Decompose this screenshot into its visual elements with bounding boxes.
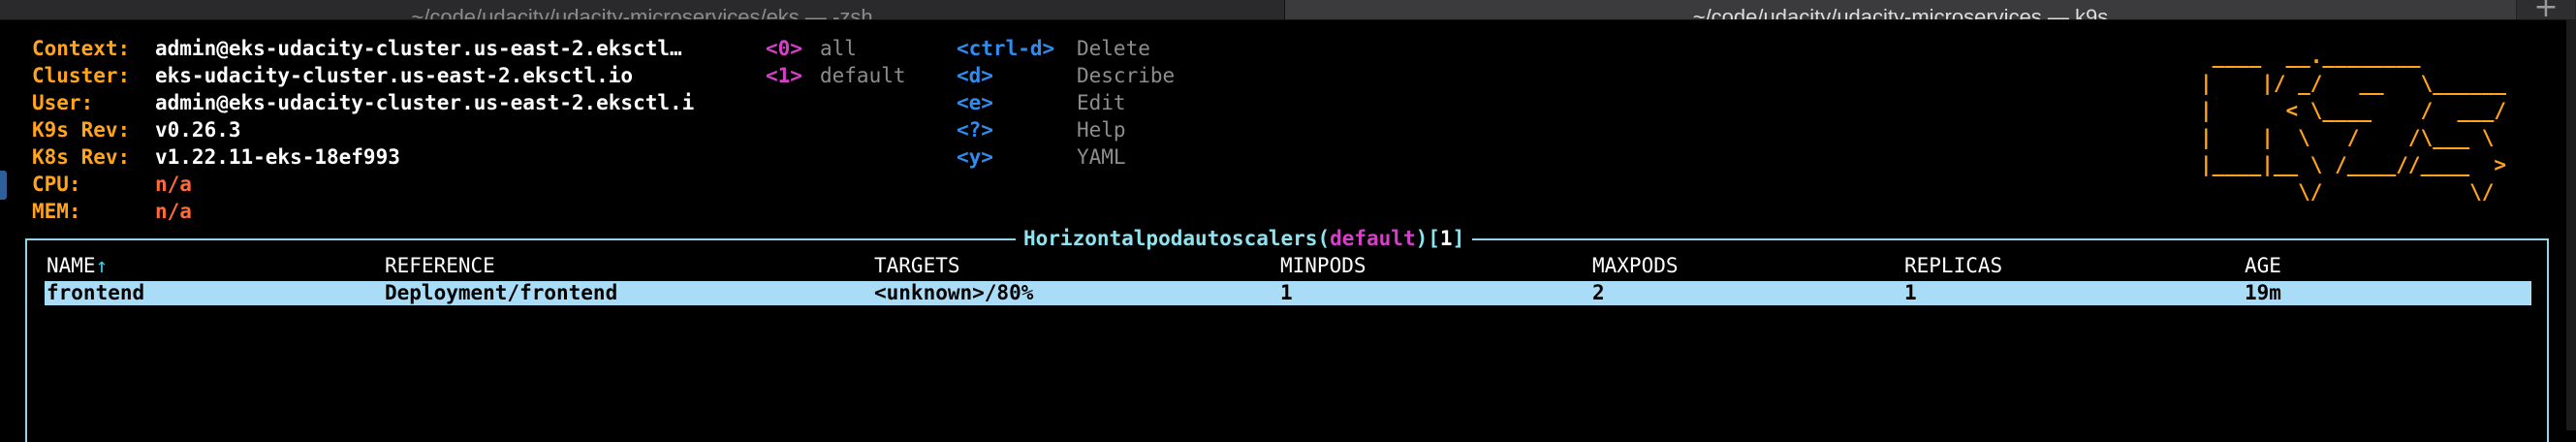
cell-replicas: 1 [1904,281,1917,304]
column-header-maxpods[interactable]: MAXPODS [1592,252,1679,279]
k8s-rev-value: v1.22.11-eks-18ef993 [155,145,400,169]
k9s-logo: ____ __.________ | |/ _/ __ \______ | < … [2200,45,2507,204]
column-header-name[interactable]: NAME↑ [47,252,108,279]
user-row: User: admin@eks-udacity-cluster.us-east-2… [32,89,694,116]
context-value: admin@eks-udacity-cluster.us-east-2.eksc… [155,37,682,60]
column-header-reference[interactable]: REFERENCE [385,252,495,279]
k8s-rev-label: K8s Rev: [32,145,131,169]
namespace-item-default[interactable]: <1> default [766,62,906,89]
column-header-age[interactable]: AGE [2245,252,2281,279]
open-bracket: [ [1428,227,1440,250]
shortcut-action: Help [1077,118,1126,142]
scroll-indicator[interactable] [0,171,7,200]
context-row: Context: admin@eks-udacity-cluster.us-eas… [32,35,682,62]
column-header-label: NAME [47,254,96,277]
context-label: Context: [32,37,131,60]
shortcut-yaml[interactable]: <y> YAML [957,143,1126,171]
tab-k9s[interactable]: ~/code/udacity/udacity-microservices — k… [1285,0,2516,19]
close-bracket: ] [1452,227,1465,250]
cell-minpods: 1 [1280,281,1293,304]
shortcut-key: <ctrl-d> [957,37,1055,60]
k9s-rev-row: K9s Rev: v0.26.3 [32,116,241,143]
cpu-row: CPU: n/a [32,171,192,198]
resource-namespace: default [1330,227,1416,250]
cell-maxpods: 2 [1592,281,1605,304]
shortcut-action: Edit [1077,91,1126,114]
shortcut-delete[interactable]: <ctrl-d> Delete [957,35,1150,62]
namespace-index: <1> [766,64,802,87]
k8s-rev-row: K8s Rev: v1.22.11-eks-18ef993 [32,143,400,171]
shortcut-action: Describe [1077,64,1176,87]
namespace-index: <0> [766,37,802,60]
terminal-tab-bar: ~/code/udacity/udacity-microservices/eks… [0,0,2576,22]
column-header-minpods[interactable]: MINPODS [1280,252,1367,279]
new-tab-button[interactable]: + [2517,0,2575,22]
resource-name: Horizontalpodautoscalers [1023,227,1318,250]
shortcut-key: <e> [957,91,993,114]
cell-targets: <unknown>/80% [874,281,1034,304]
shortcut-key: <y> [957,145,993,169]
shortcut-key: <d> [957,64,993,87]
close-paren: ) [1415,227,1429,250]
namespace-name: all [820,37,857,60]
cpu-value: n/a [155,173,192,196]
cluster-row: Cluster: eks-udacity-cluster.us-east-2.ek… [32,62,633,89]
namespace-item-all[interactable]: <0> all [766,35,857,62]
shortcut-key: <?> [957,118,993,142]
tab-zsh[interactable]: ~/code/udacity/udacity-microservices/eks… [0,0,1284,19]
cluster-label: Cluster: [32,64,131,87]
sort-arrow-icon: ↑ [95,254,109,277]
cell-age: 19m [2245,281,2281,304]
column-header-targets[interactable]: TARGETS [874,252,960,279]
tab-zsh-label: ~/code/udacity/udacity-microservices/eks… [411,5,873,20]
shortcut-help[interactable]: <?> Help [957,116,1126,143]
k9s-rev-label: K9s Rev: [32,118,131,142]
tab-k9s-label: ~/code/udacity/udacity-microservices — k… [1692,5,2109,20]
resource-title: Horizontalpodautoscalers(default)[1] [1016,225,1473,252]
shortcut-action: Delete [1077,37,1150,60]
user-label: User: [32,91,94,114]
shortcut-describe[interactable]: <d> Describe [957,62,1175,89]
resource-count: 1 [1439,227,1453,250]
mem-label: MEM: [32,200,81,223]
cpu-label: CPU: [32,173,81,196]
mem-value: n/a [155,200,192,223]
cluster-value: eks-udacity-cluster.us-east-2.eksctl.io [155,64,634,87]
shortcut-edit[interactable]: <e> Edit [957,89,1126,116]
cell-reference: Deployment/frontend [385,281,618,304]
shortcut-action: YAML [1077,145,1126,169]
user-value: admin@eks-udacity-cluster.us-east-2.eksc… [155,91,695,114]
cell-name: frontend [47,281,145,304]
k9s-rev-value: v0.26.3 [155,118,241,142]
namespace-name: default [820,64,906,87]
window-right-edge [2566,19,2576,430]
mem-row: MEM: n/a [32,198,192,225]
column-header-replicas[interactable]: REPLICAS [1904,252,2002,279]
open-paren: ( [1317,227,1331,250]
